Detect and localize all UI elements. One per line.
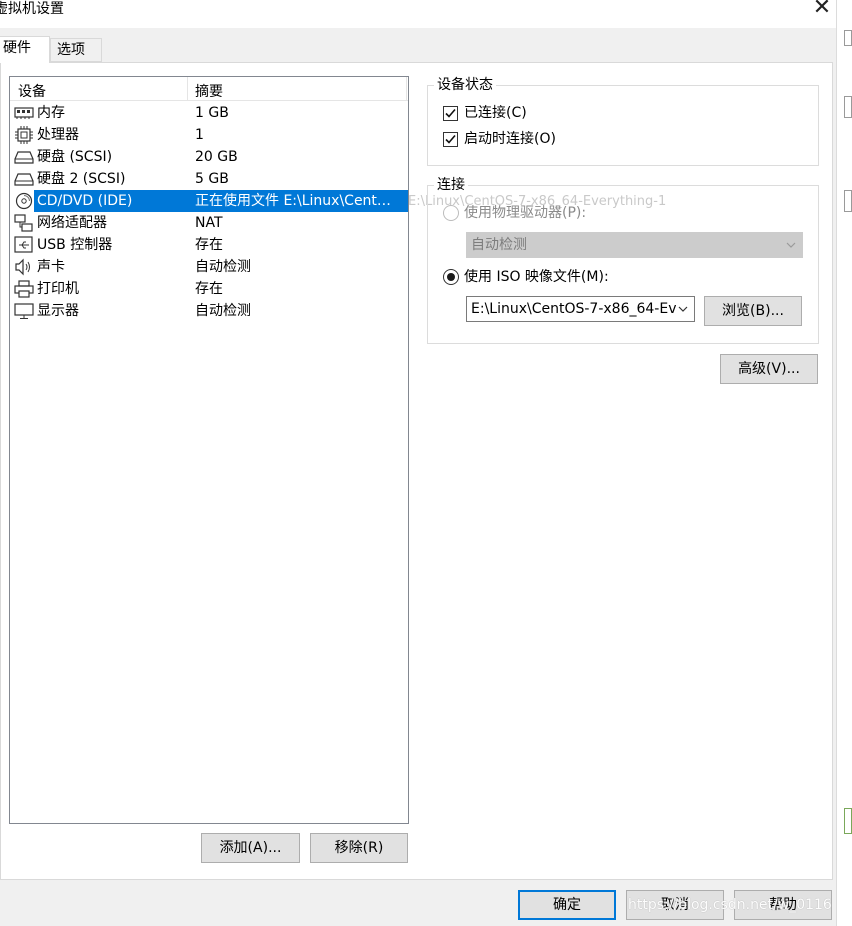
- device-status-group: [427, 85, 819, 166]
- network-adapter-icon: [14, 214, 34, 232]
- device-summary: 1: [195, 127, 204, 143]
- advanced-button[interactable]: 高级(V)...: [720, 354, 818, 384]
- device-row-usb-controller[interactable]: USB 控制器 存在: [10, 234, 408, 256]
- device-row-network-adapter[interactable]: 网络适配器 NAT: [10, 212, 408, 234]
- iso-image-label[interactable]: 使用 ISO 映像文件(M):: [464, 268, 609, 286]
- connected-checkbox[interactable]: [443, 106, 458, 121]
- add-button[interactable]: 添加(A)...: [201, 833, 300, 863]
- background-window-fragment: [844, 190, 852, 212]
- device-name: 处理器: [37, 127, 79, 143]
- connection-title: 连接: [434, 177, 468, 193]
- device-summary: NAT: [195, 215, 223, 231]
- device-row-cd-dvd[interactable]: CD/DVD (IDE) 正在使用文件 E:\Linux\Cent…: [10, 190, 408, 212]
- ok-button[interactable]: 确定: [518, 890, 616, 920]
- usb-icon: [14, 236, 34, 254]
- connect-at-power-on-label[interactable]: 启动时连接(O): [464, 130, 556, 148]
- watermark-text: https://blog.csdn.net/w_0116: [628, 897, 832, 913]
- device-name: 硬盘 2 (SCSI): [37, 171, 126, 187]
- connect-at-power-on-checkbox[interactable]: [443, 132, 458, 147]
- background-window-fragment: [844, 30, 852, 46]
- device-summary: 20 GB: [195, 149, 238, 165]
- device-summary: 存在: [195, 281, 223, 297]
- column-header-summary[interactable]: 摘要: [195, 81, 223, 101]
- window-title: 虚拟机设置: [0, 1, 64, 17]
- physical-drive-label[interactable]: 使用物理驱动器(P):: [464, 204, 586, 222]
- column-header-device[interactable]: 设备: [18, 81, 46, 101]
- device-row-sound-card[interactable]: 声卡 自动检测: [10, 256, 408, 278]
- browse-button[interactable]: 浏览(B)...: [704, 296, 802, 326]
- list-header: 设备 摘要: [10, 77, 408, 101]
- processor-icon: [14, 126, 34, 144]
- device-summary: 存在: [195, 237, 223, 253]
- device-rows: 内存 1 GB 处理器 1 硬盘 (SCSI) 20 GB 硬盘 2 (SCSI…: [10, 102, 408, 322]
- device-summary: 5 GB: [195, 171, 229, 187]
- device-row-memory[interactable]: 内存 1 GB: [10, 102, 408, 124]
- device-name: 声卡: [37, 259, 65, 275]
- column-divider[interactable]: [406, 77, 407, 101]
- iso-path-value: E:\Linux\CentOS-7-x86_64-Eve: [471, 301, 686, 317]
- printer-icon: [14, 280, 34, 298]
- device-summary: 1 GB: [195, 105, 229, 121]
- device-row-printer[interactable]: 打印机 存在: [10, 278, 408, 300]
- device-status-title: 设备状态: [434, 77, 496, 93]
- iso-image-radio[interactable]: [443, 269, 459, 285]
- background-window-fragment: [844, 96, 852, 118]
- device-name: 内存: [37, 105, 65, 121]
- tab-options[interactable]: 选项: [50, 38, 102, 62]
- iso-path-combobox[interactable]: E:\Linux\CentOS-7-x86_64-Eve: [466, 296, 695, 322]
- speaker-icon: [14, 258, 34, 276]
- tab-hardware[interactable]: 硬件: [0, 36, 50, 63]
- device-row-processor[interactable]: 处理器 1: [10, 124, 408, 146]
- device-list[interactable]: 设备 摘要 内存 1 GB 处理器 1 硬盘 (SCSI) 20 GB 硬盘 2…: [9, 76, 409, 824]
- checkmark-icon: [445, 134, 456, 144]
- device-name: 显示器: [37, 303, 79, 319]
- checkmark-icon: [445, 108, 456, 118]
- column-divider[interactable]: [187, 77, 188, 101]
- device-summary: 正在使用文件 E:\Linux\Cent…: [195, 193, 391, 209]
- close-icon[interactable]: ✕: [808, 0, 836, 20]
- device-row-hard-disk-2[interactable]: 硬盘 2 (SCSI) 5 GB: [10, 168, 408, 190]
- device-row-display[interactable]: 显示器 自动检测: [10, 300, 408, 322]
- device-summary: 自动检测: [195, 303, 251, 319]
- physical-drive-radio[interactable]: [443, 205, 459, 221]
- physical-drive-select[interactable]: 自动检测: [466, 232, 803, 258]
- hard-disk-icon: [14, 148, 34, 166]
- hard-disk-icon: [14, 170, 34, 188]
- background-window-fragment: [844, 808, 852, 834]
- remove-button[interactable]: 移除(R): [310, 833, 408, 863]
- connected-label[interactable]: 已连接(C): [464, 104, 527, 122]
- physical-drive-select-value: 自动检测: [471, 237, 527, 253]
- device-name: CD/DVD (IDE): [37, 193, 133, 209]
- device-row-hard-disk[interactable]: 硬盘 (SCSI) 20 GB: [10, 146, 408, 168]
- chevron-down-icon[interactable]: [676, 297, 690, 321]
- background-window-edge: [836, 0, 852, 926]
- device-name: 网络适配器: [37, 215, 107, 231]
- device-name: 打印机: [37, 281, 79, 297]
- memory-icon: [14, 104, 34, 122]
- device-summary: 自动检测: [195, 259, 251, 275]
- device-name: USB 控制器: [37, 237, 113, 253]
- cd-dvd-icon: [14, 192, 34, 210]
- title-bar: 虚拟机设置 ✕: [0, 0, 852, 28]
- device-name: 硬盘 (SCSI): [37, 149, 113, 165]
- monitor-icon: [14, 302, 34, 320]
- chevron-down-icon: [786, 242, 796, 248]
